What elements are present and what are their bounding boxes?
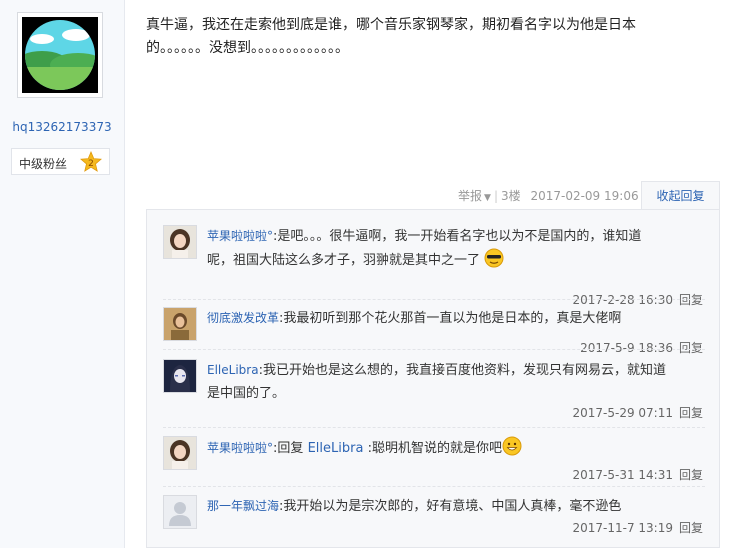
reply-username[interactable]: 苹果啦啦啦° (207, 229, 273, 243)
reply-avatar[interactable] (163, 225, 197, 259)
reply-timestamp: 2017-5-9 18:36 (580, 341, 673, 355)
reply-timestamp: 2017-5-29 07:11 (572, 406, 673, 420)
reply-username[interactable]: 彻底激发改革 (207, 311, 279, 325)
reply-text: 我最初听到那个花火那首一直以为他是日本的，真是大佬啊 (283, 311, 622, 326)
mentioned-username[interactable]: ElleLibra (308, 441, 364, 456)
author-avatar[interactable] (17, 12, 103, 98)
reply-button[interactable]: 回复 (679, 293, 703, 307)
reply-username[interactable]: 苹果啦啦啦° (207, 441, 273, 455)
author-username[interactable]: hq13262173373 (0, 120, 124, 134)
fan-level-badge[interactable]: 中级粉丝 2 (11, 148, 110, 175)
post-text-line: 真牛逼，我还在走索他到底是谁，哪个音乐家钢琴家，期初看名字以为他是日本 (146, 17, 636, 33)
reply-avatar[interactable] (163, 307, 197, 341)
reply-text: 我已开始也是这么想的，我直接百度他资料，发现只有网易云，就知道 (262, 363, 666, 378)
reply-text: 我开始以为是宗次郎的，好有意境、中国人真棒，毫不逊色 (283, 499, 622, 514)
divider (163, 486, 705, 487)
post-timestamp: 2017-02-09 19:06 (530, 189, 639, 203)
reply-prefix: 回复 (277, 441, 304, 456)
photo-avatar-icon (164, 308, 196, 340)
post-text-line: 的。。。。。。没想到。。。。。。。。。。。。。 (146, 40, 349, 56)
reply-button[interactable]: 回复 (679, 521, 703, 535)
reply-avatar[interactable] (163, 495, 197, 529)
reply-text: 是中国的了。 (207, 386, 286, 401)
divider (163, 349, 705, 350)
anime-avatar-icon (164, 360, 196, 392)
chevron-down-icon: ▼ (484, 193, 491, 203)
reply-timestamp: 2017-11-7 13:19 (572, 521, 673, 535)
author-sidebar: hq13262173373 中级粉丝 2 (0, 0, 125, 548)
report-button[interactable]: 举报 ▼ (458, 189, 491, 203)
reply-text: :聪明机智说的就是你吧 (367, 441, 502, 456)
reply-footer: 2017-5-9 18:36 回复 (580, 339, 703, 356)
post-content: 真牛逼，我还在走索他到底是谁，哪个音乐家钢琴家，期初看名字以为他是日本 的。。。… (146, 14, 646, 60)
reply-button[interactable]: 回复 (679, 468, 703, 482)
fan-level-label: 中级粉丝 (19, 157, 68, 171)
level-number: 2 (88, 159, 94, 169)
girl-avatar-icon (164, 226, 196, 258)
reply-avatar[interactable] (163, 436, 197, 470)
reply-avatar[interactable] (163, 359, 197, 393)
collapse-replies-button[interactable]: 收起回复 (641, 181, 720, 210)
reply-footer: 2017-5-31 14:31 回复 (572, 466, 703, 483)
post-meta-bar: 举报 ▼ | 3楼 2017-02-09 19:06 (458, 189, 639, 203)
reply-panel: 苹果啦啦啦°:是吧。。。很牛逼啊，我一开始看名字也以为不是国内的，谁知道 呢，祖… (146, 209, 720, 548)
reply-footer: 2017-11-7 13:19 回复 (572, 519, 703, 536)
reply-button[interactable]: 回复 (679, 341, 703, 355)
reply-username[interactable]: ElleLibra (207, 363, 259, 377)
reply-text: 是吧。。。很牛逼啊，我一开始看名字也以为不是国内的，谁知道 (277, 229, 642, 244)
girl-avatar-icon (164, 437, 196, 469)
floor-number: 3楼 (500, 189, 521, 203)
reply-username[interactable]: 那一年飘过海 (207, 499, 279, 513)
landscape-avatar-image (22, 17, 98, 93)
divider (163, 299, 705, 300)
reply-text: 呢，祖国大陆这么多才子，羽翀就是其中之一了 (207, 253, 481, 268)
reply-timestamp: 2017-5-31 14:31 (572, 468, 673, 482)
divider (163, 427, 705, 428)
reply-timestamp: 2017-2-28 16:30 (572, 293, 673, 307)
level-star-icon: 2 (80, 150, 102, 177)
reply-button[interactable]: 回复 (679, 406, 703, 420)
default-user-icon (164, 496, 196, 528)
cool-sunglasses-emoji-icon (484, 248, 504, 276)
reply-footer: 2017-5-29 07:11 回复 (572, 404, 703, 421)
grin-emoji-icon (502, 436, 522, 464)
